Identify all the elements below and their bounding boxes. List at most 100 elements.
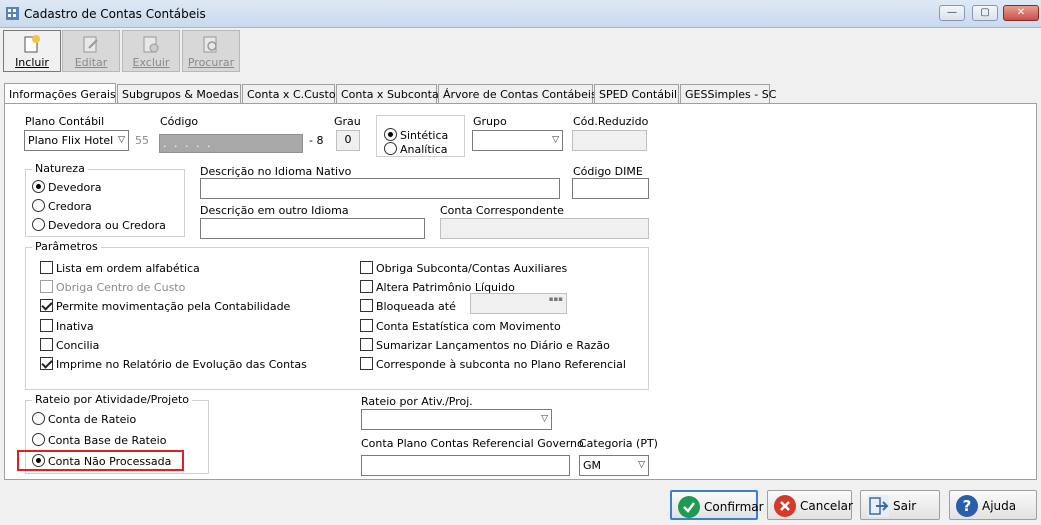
- desc-nativo-input[interactable]: [200, 178, 560, 199]
- inativa-checkbox[interactable]: [40, 319, 53, 332]
- sintetica-radio[interactable]: [384, 128, 397, 141]
- codigo-label: Código: [160, 115, 199, 128]
- bloqueada-date-input[interactable]: ▪▪▪: [470, 293, 567, 314]
- rateio-title: Rateio por Atividade/Projeto: [32, 393, 192, 406]
- desc-nativo-label: Descrição no Idioma Nativo: [200, 165, 352, 178]
- codigo-suffix: - 8: [309, 134, 324, 147]
- devedora-radio[interactable]: [32, 180, 45, 193]
- window-title: Cadastro de Contas Contábeis: [24, 7, 206, 21]
- close-button[interactable]: ✕: [1003, 5, 1039, 21]
- minimize-icon: —: [947, 7, 957, 18]
- conta-base-rateio-radio[interactable]: [32, 433, 45, 446]
- calendar-icon: ▪▪▪: [548, 295, 563, 303]
- cancelar-button[interactable]: Cancelar: [767, 490, 853, 520]
- permite-movimentacao-label: Permite movimentação pela Contabilidade: [56, 300, 291, 313]
- devedora-credora-radio[interactable]: [32, 218, 45, 231]
- new-document-icon: [24, 35, 40, 53]
- tab-arvore-contas[interactable]: Árvore de Contas Contábeis: [438, 84, 597, 104]
- tab-sped-contabil[interactable]: SPED Contábil: [594, 84, 679, 104]
- exit-icon: [867, 495, 889, 517]
- corresponde-subconta-checkbox[interactable]: [360, 357, 373, 370]
- grupo-label: Grupo: [473, 115, 507, 128]
- conta-estatistica-checkbox[interactable]: [360, 319, 373, 332]
- natureza-title: Natureza: [32, 162, 88, 175]
- tab-conta-ccusto[interactable]: Conta x C.Custo: [242, 84, 336, 104]
- highlight-box: [17, 450, 184, 471]
- inativa-label: Inativa: [56, 320, 94, 333]
- plano-label: Plano Contábil: [25, 115, 105, 128]
- cod-reduzido-input[interactable]: [572, 130, 647, 151]
- plano-select[interactable]: Plano Flix Hotel ▽: [24, 130, 129, 151]
- desc-outro-input[interactable]: [200, 218, 425, 239]
- app-icon: [6, 7, 19, 20]
- search-icon: [203, 36, 217, 53]
- excluir-button[interactable]: Excluir: [122, 30, 180, 72]
- conta-estatistica-label: Conta Estatística com Movimento: [376, 320, 561, 333]
- maximize-icon: ▢: [980, 7, 990, 18]
- help-icon: ?: [956, 495, 978, 517]
- sumarizar-lancamentos-checkbox[interactable]: [360, 338, 373, 351]
- sintetica-label: Sintética: [400, 129, 449, 142]
- analitica-radio[interactable]: [384, 142, 397, 155]
- credora-radio[interactable]: [32, 199, 45, 212]
- lista-alfabetica-checkbox[interactable]: [40, 261, 53, 274]
- cancel-icon: [774, 495, 796, 517]
- referencial-input[interactable]: [361, 455, 570, 476]
- bloqueada-ate-label: Bloqueada até: [376, 300, 456, 313]
- conta-rateio-radio[interactable]: [32, 412, 45, 425]
- cod-reduzido-label: Cód.Reduzido: [573, 115, 649, 128]
- imprime-relatorio-checkbox[interactable]: [40, 357, 53, 370]
- tab-informacoes-gerais[interactable]: Informações Gerais: [4, 83, 116, 104]
- conta-rateio-label: Conta de Rateio: [48, 413, 137, 426]
- close-icon: ✕: [1016, 7, 1026, 18]
- obriga-subconta-label: Obriga Subconta/Contas Auxiliares: [376, 262, 568, 275]
- credora-label: Credora: [48, 200, 92, 213]
- categoria-select[interactable]: GM ▽: [579, 455, 649, 476]
- analitica-label: Analítica: [400, 143, 448, 156]
- permite-movimentacao-checkbox[interactable]: [40, 299, 53, 312]
- tab-conta-subconta[interactable]: Conta x Subconta: [336, 84, 439, 104]
- conta-base-rateio-label: Conta Base de Rateio: [48, 434, 167, 447]
- codigo-input[interactable]: . . . . .: [159, 134, 303, 153]
- concilia-checkbox[interactable]: [40, 338, 53, 351]
- delete-icon: [143, 36, 159, 53]
- bloqueada-ate-checkbox[interactable]: [360, 299, 373, 312]
- check-icon: [678, 496, 700, 518]
- lista-alfabetica-label: Lista em ordem alfabética: [56, 262, 200, 275]
- obriga-centro-custo-checkbox[interactable]: [40, 280, 53, 293]
- incluir-button[interactable]: Incluir: [3, 30, 61, 72]
- devedora-credora-label: Devedora ou Credora: [48, 219, 166, 232]
- sair-button[interactable]: Sair: [860, 490, 940, 520]
- desc-outro-label: Descrição em outro Idioma: [200, 204, 349, 217]
- grau-input[interactable]: 0: [336, 130, 360, 151]
- obriga-subconta-checkbox[interactable]: [360, 261, 373, 274]
- editar-button[interactable]: Editar: [62, 30, 120, 72]
- devedora-label: Devedora: [48, 181, 102, 194]
- chevron-down-icon: ▽: [541, 414, 548, 424]
- grupo-select[interactable]: ▽: [472, 130, 563, 151]
- chevron-down-icon: ▽: [118, 135, 125, 145]
- chevron-down-icon: ▽: [552, 135, 559, 145]
- tab-gessimples[interactable]: GESSimples - SC: [680, 84, 776, 104]
- concilia-label: Concilia: [56, 339, 100, 352]
- corresponde-subconta-label: Corresponde à subconta no Plano Referenc…: [376, 358, 626, 371]
- codigo-dime-label: Código DIME: [573, 165, 643, 178]
- tab-subgrupos-moedas[interactable]: Subgrupos & Moedas: [117, 84, 241, 104]
- ajuda-button[interactable]: ? Ajuda: [949, 490, 1037, 520]
- procurar-button[interactable]: Procurar: [182, 30, 240, 72]
- referencial-label: Conta Plano Contas Referencial Governo: [361, 437, 584, 450]
- rateio-ativ-label: Rateio por Ativ./Proj.: [361, 395, 473, 408]
- maximize-button[interactable]: ▢: [972, 5, 998, 21]
- rateio-ativ-select[interactable]: ▽: [361, 409, 552, 430]
- codigo-dime-input[interactable]: [572, 178, 649, 199]
- minimize-button[interactable]: —: [939, 5, 965, 21]
- plano-number: 55: [135, 134, 149, 147]
- sumarizar-lancamentos-label: Sumarizar Lançamentos no Diário e Razão: [376, 339, 610, 352]
- grau-label: Grau: [334, 115, 361, 128]
- confirmar-button[interactable]: Confirmar: [670, 490, 764, 520]
- conta-corresp-input[interactable]: [440, 218, 649, 239]
- title-bar: Cadastro de Contas Contábeis — ▢ ✕: [0, 0, 1041, 28]
- conta-corresp-label: Conta Correspondente: [440, 204, 564, 217]
- altera-patrimonio-checkbox[interactable]: [360, 280, 373, 293]
- obriga-centro-custo-label: Obriga Centro de Custo: [56, 281, 186, 294]
